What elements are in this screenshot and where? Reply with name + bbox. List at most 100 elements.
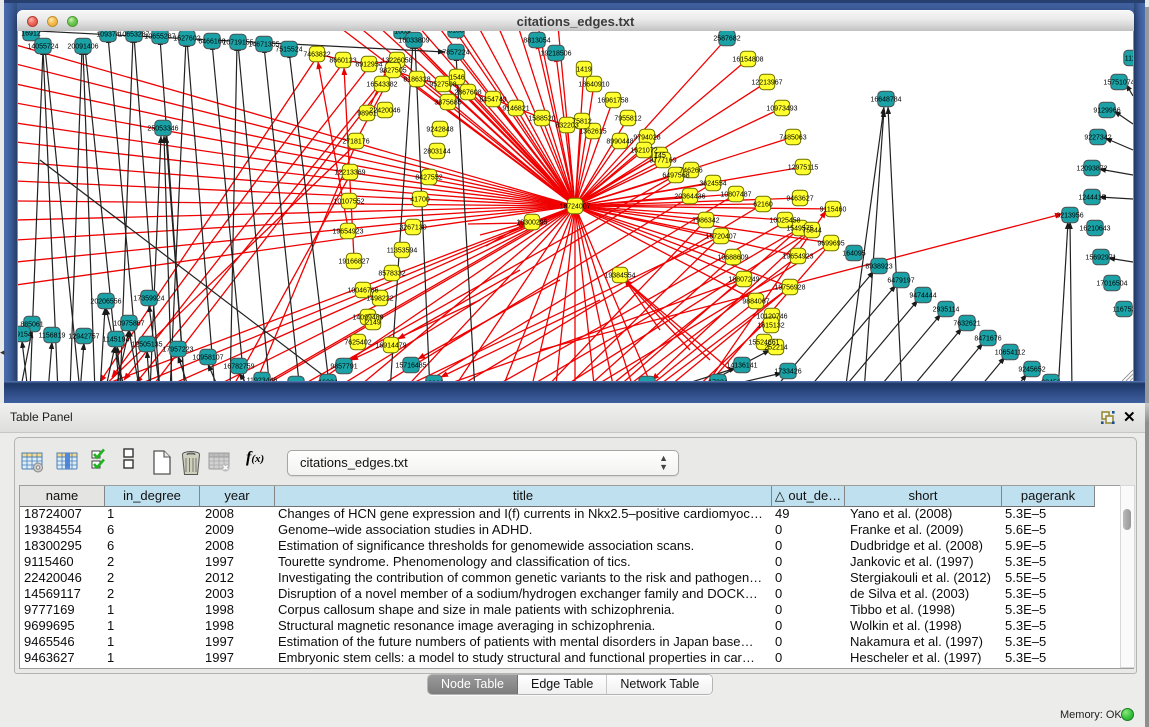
svg-text:9245652: 9245652 bbox=[1018, 367, 1045, 374]
svg-text:16914479: 16914479 bbox=[375, 343, 406, 350]
svg-text:19756928: 19756928 bbox=[774, 285, 805, 292]
svg-text:19166827: 19166827 bbox=[338, 259, 369, 266]
svg-text:1362615: 1362615 bbox=[579, 129, 606, 136]
svg-text:885061: 885061 bbox=[20, 322, 43, 329]
svg-text:746266: 746266 bbox=[679, 168, 702, 175]
svg-text:8454749: 8454749 bbox=[479, 97, 506, 104]
svg-text:9129966: 9129966 bbox=[1093, 108, 1120, 115]
svg-text:2587682: 2587682 bbox=[713, 36, 740, 43]
svg-text:12093872: 12093872 bbox=[1076, 166, 1107, 173]
svg-text:9699695: 9699695 bbox=[817, 241, 844, 248]
svg-text:12213369: 12213369 bbox=[334, 170, 365, 177]
svg-text:9115460: 9115460 bbox=[820, 207, 847, 214]
svg-text:8471676: 8471676 bbox=[974, 336, 1001, 343]
svg-text:10655287: 10655287 bbox=[144, 34, 175, 41]
svg-text:1244415: 1244415 bbox=[1078, 195, 1105, 202]
svg-text:8186328: 8186328 bbox=[403, 77, 430, 84]
svg-text:9777169: 9777169 bbox=[649, 158, 676, 165]
svg-text:1419: 1419 bbox=[576, 67, 592, 74]
svg-text:19218506: 19218506 bbox=[540, 51, 571, 58]
svg-text:10958107: 10958107 bbox=[192, 355, 223, 362]
svg-text:19654923: 19654923 bbox=[782, 254, 813, 261]
svg-text:7625402: 7625402 bbox=[344, 340, 371, 347]
svg-text:10973493: 10973493 bbox=[766, 106, 797, 113]
svg-text:1156819: 1156819 bbox=[39, 333, 66, 340]
svg-text:8133: 8133 bbox=[448, 31, 464, 35]
svg-text:16033809: 16033809 bbox=[398, 38, 429, 45]
svg-text:22420046: 22420046 bbox=[369, 108, 400, 115]
svg-text:16782759: 16782759 bbox=[223, 364, 254, 371]
svg-text:164095: 164095 bbox=[842, 251, 865, 258]
svg-text:17359924: 17359924 bbox=[133, 296, 164, 303]
svg-text:10807487: 10807487 bbox=[720, 192, 751, 199]
svg-text:10046786: 10046786 bbox=[347, 288, 378, 295]
svg-text:25053346: 25053346 bbox=[147, 126, 178, 133]
svg-text:18724007: 18724007 bbox=[559, 204, 590, 211]
svg-text:16912: 16912 bbox=[21, 31, 41, 38]
svg-text:116753: 116753 bbox=[1113, 307, 1133, 314]
svg-text:17016504: 17016504 bbox=[1096, 281, 1127, 288]
svg-text:18807249: 18807249 bbox=[728, 277, 759, 284]
svg-text:9474444: 9474444 bbox=[909, 293, 936, 300]
svg-text:2803144: 2803144 bbox=[423, 149, 450, 156]
svg-text:7463822: 7463822 bbox=[303, 52, 330, 59]
svg-text:16648784: 16648784 bbox=[870, 97, 901, 104]
svg-text:14136141: 14136141 bbox=[726, 363, 757, 370]
svg-text:10654112: 10654112 bbox=[995, 350, 1026, 357]
svg-text:15751074: 15751074 bbox=[1103, 80, 1133, 87]
svg-text:15692971: 15692971 bbox=[1085, 255, 1116, 262]
svg-text:11353594: 11353594 bbox=[387, 248, 418, 255]
svg-text:16543382: 16543382 bbox=[366, 82, 397, 89]
svg-text:1733426: 1733426 bbox=[774, 369, 801, 376]
svg-text:12505135: 12505135 bbox=[131, 342, 162, 349]
svg-text:9827505: 9827505 bbox=[379, 68, 406, 75]
svg-text:16961758: 16961758 bbox=[597, 98, 628, 105]
svg-text:3624554: 3624554 bbox=[699, 181, 726, 188]
svg-text:6479197: 6479197 bbox=[887, 278, 914, 285]
svg-text:10120746: 10120746 bbox=[756, 314, 787, 321]
svg-text:19654923: 19654923 bbox=[332, 229, 363, 236]
svg-text:10107552: 10107552 bbox=[333, 199, 364, 206]
svg-text:1588520: 1588520 bbox=[528, 116, 555, 123]
svg-text:39154: 39154 bbox=[18, 332, 32, 339]
svg-text:10975867: 10975867 bbox=[113, 321, 144, 328]
svg-text:2149: 2149 bbox=[365, 320, 381, 327]
svg-text:1145194: 1145194 bbox=[103, 337, 130, 344]
svg-text:8813054: 8813054 bbox=[523, 38, 550, 45]
svg-text:14055724: 14055724 bbox=[27, 44, 58, 51]
svg-text:3213956: 3213956 bbox=[1056, 213, 1083, 220]
svg-text:12213967: 12213967 bbox=[751, 80, 782, 87]
svg-text:1112: 1112 bbox=[1125, 56, 1133, 63]
svg-text:19384554: 19384554 bbox=[604, 273, 635, 280]
svg-text:1527602: 1527602 bbox=[173, 36, 200, 43]
svg-text:18300295: 18300295 bbox=[516, 220, 547, 227]
svg-text:7485063: 7485063 bbox=[779, 135, 806, 142]
svg-text:8990448: 8990448 bbox=[606, 139, 633, 146]
svg-text:17957223: 17957223 bbox=[162, 347, 193, 354]
svg-text:7857224: 7857224 bbox=[442, 50, 469, 57]
svg-text:2718176: 2718176 bbox=[342, 139, 369, 146]
svg-text:1498222: 1498222 bbox=[366, 296, 393, 303]
svg-text:9857791: 9857791 bbox=[330, 364, 357, 371]
svg-text:15716485: 15716485 bbox=[395, 363, 426, 370]
svg-text:12975115: 12975115 bbox=[788, 165, 819, 172]
svg-text:8660123: 8660123 bbox=[329, 58, 356, 65]
svg-text:7632621: 7632621 bbox=[953, 321, 980, 328]
svg-text:2935114: 2935114 bbox=[933, 307, 960, 314]
svg-text:12942757: 12942757 bbox=[68, 334, 99, 341]
svg-text:16154808: 16154808 bbox=[732, 57, 763, 64]
svg-text:8938923: 8938923 bbox=[865, 264, 892, 271]
svg-text:1615132: 1615132 bbox=[757, 323, 784, 330]
svg-text:3267130: 3267130 bbox=[399, 225, 426, 232]
svg-text:109374: 109374 bbox=[96, 32, 119, 39]
svg-text:75844: 75844 bbox=[802, 228, 822, 235]
svg-text:9463627: 9463627 bbox=[786, 196, 813, 203]
svg-text:7986342: 7986342 bbox=[692, 218, 719, 225]
svg-text:9146821: 9146821 bbox=[502, 106, 529, 113]
svg-text:2867608: 2867608 bbox=[454, 90, 481, 97]
svg-text:7515524: 7515524 bbox=[275, 47, 302, 54]
svg-text:16210643: 16210643 bbox=[1079, 226, 1110, 233]
svg-text:9794028: 9794028 bbox=[633, 135, 660, 142]
svg-text:8578332: 8578332 bbox=[378, 271, 405, 278]
svg-text:9884067: 9884067 bbox=[742, 299, 769, 306]
